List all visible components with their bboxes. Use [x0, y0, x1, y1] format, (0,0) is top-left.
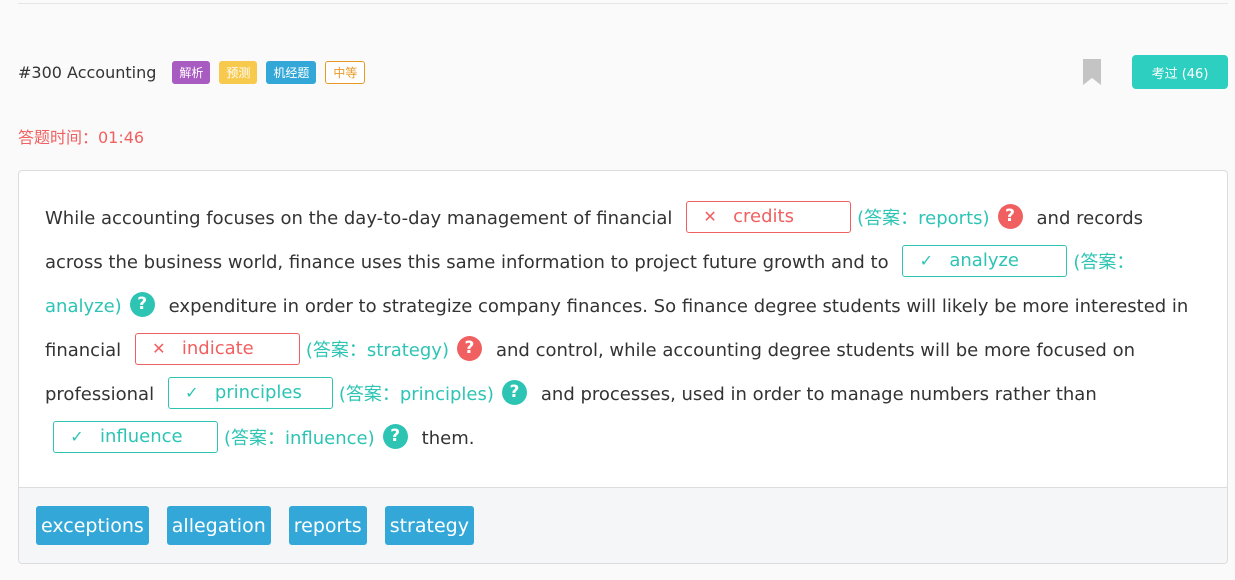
- taken-count-button[interactable]: 考过 (46): [1132, 55, 1228, 89]
- question-mark-icon[interactable]: ?: [501, 379, 527, 405]
- top-divider: [18, 3, 1228, 4]
- passage-text: them.: [421, 428, 475, 449]
- blank-value: influence: [100, 426, 183, 447]
- question-panel: While accounting focuses on the day-to-d…: [18, 170, 1228, 564]
- wrong-mark-icon: ✕: [152, 339, 166, 358]
- tag-exam-question[interactable]: 机经题: [266, 60, 317, 84]
- word-bank: exceptions allegation reports strategy: [19, 487, 1227, 563]
- check-mark-icon: ✓: [919, 251, 934, 270]
- blank-3[interactable]: ✕ indicate: [134, 333, 300, 365]
- question-mark-icon[interactable]: ?: [456, 335, 482, 361]
- correct-answer: (答案：strategy): [305, 340, 449, 361]
- blank-5[interactable]: ✓ influence: [53, 421, 218, 453]
- blank-2[interactable]: ✓ analyze: [902, 245, 1068, 277]
- passage: While accounting focuses on the day-to-d…: [19, 171, 1227, 489]
- correct-answer: (答案：influence): [224, 428, 375, 449]
- wrong-mark-icon: ✕: [703, 207, 717, 226]
- blank-value: credits: [733, 206, 794, 227]
- question-mark-icon[interactable]: ?: [129, 291, 155, 317]
- bookmark-icon[interactable]: [1083, 59, 1101, 85]
- question-header: #300 Accounting 解析 预测 机经题 中等 考过 (46): [18, 55, 1228, 89]
- passage-text: While accounting focuses on the day-to-d…: [45, 208, 673, 229]
- word-option[interactable]: exceptions: [36, 506, 149, 545]
- tag-difficulty: 中等: [325, 60, 366, 84]
- blank-value: principles: [214, 382, 302, 403]
- question-mark-icon[interactable]: ?: [997, 203, 1023, 229]
- answer-timer: 答题时间：01:46: [18, 128, 145, 147]
- question-mark-icon[interactable]: ?: [382, 423, 408, 449]
- blank-value: analyze: [949, 250, 1020, 271]
- correct-answer: (答案：reports): [857, 208, 990, 229]
- blank-1[interactable]: ✕ credits: [686, 201, 852, 233]
- header-actions: 考过 (46): [1083, 55, 1228, 89]
- tag-prediction[interactable]: 预测: [219, 60, 258, 84]
- correct-answer: (答案：principles): [338, 384, 494, 405]
- question-title: #300 Accounting: [18, 62, 157, 82]
- word-option[interactable]: strategy: [384, 506, 474, 545]
- tag-analysis[interactable]: 解析: [172, 60, 211, 84]
- word-option[interactable]: reports: [288, 506, 367, 545]
- blank-4[interactable]: ✓ principles: [167, 377, 333, 409]
- blank-value: indicate: [181, 338, 254, 359]
- passage-text: and processes, used in order to manage n…: [540, 384, 1097, 405]
- check-mark-icon: ✓: [185, 383, 199, 402]
- word-option[interactable]: allegation: [166, 506, 271, 545]
- check-mark-icon: ✓: [70, 427, 84, 446]
